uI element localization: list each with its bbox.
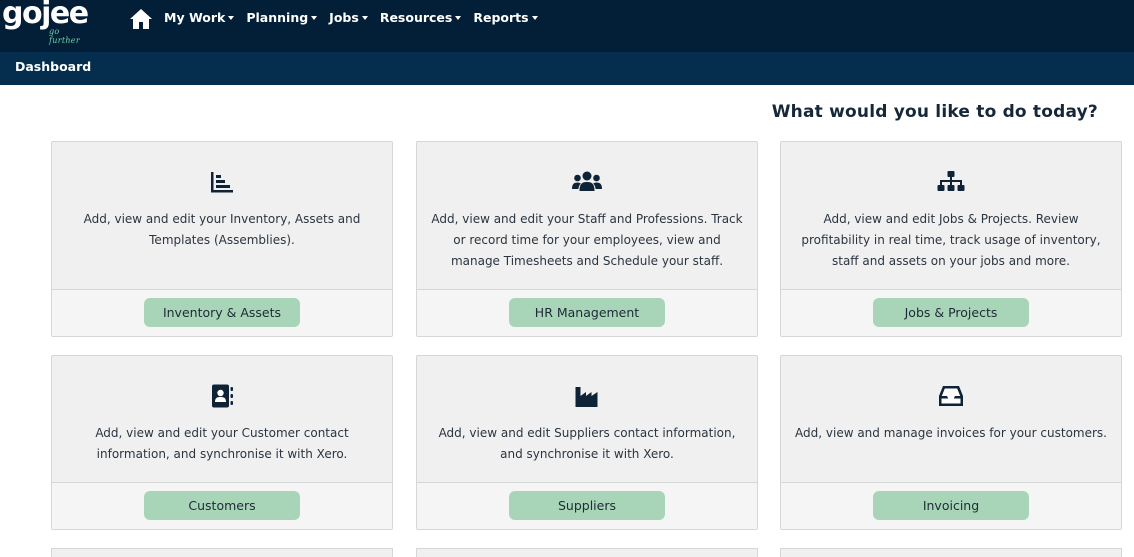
- breadcrumb-dashboard[interactable]: Dashboard: [15, 59, 91, 74]
- card-partial: [780, 548, 1122, 557]
- sitemap-icon: [936, 169, 966, 195]
- customers-button[interactable]: Customers: [144, 491, 300, 520]
- gojee-logo[interactable]: gojee go further: [2, 0, 89, 46]
- logo-tagline: go further: [49, 27, 80, 45]
- invoicing-button[interactable]: Invoicing: [873, 491, 1029, 520]
- card-partial: [51, 548, 393, 557]
- card-body: Add, view and edit Suppliers contact inf…: [417, 356, 757, 483]
- card-footer: Jobs & Projects: [781, 290, 1121, 336]
- card-inventory: Add, view and edit your Inventory, Asset…: [51, 141, 393, 337]
- card-body: Add, view and edit your Staff and Profes…: [417, 142, 757, 290]
- card-invoicing: Add, view and manage invoices for your c…: [780, 355, 1122, 530]
- card-body: Add, view and edit your Inventory, Asset…: [52, 142, 392, 290]
- card-description: Add, view and manage invoices for your c…: [795, 426, 1107, 440]
- inbox-icon: [938, 383, 964, 409]
- caret-down-icon: [311, 16, 318, 20]
- card-jobs: Add, view and edit Jobs & Projects. Revi…: [780, 141, 1122, 337]
- card-body: Add, view and edit your Customer contact…: [52, 356, 392, 483]
- page-title: What would you like to do today?: [771, 102, 1098, 122]
- card-hr: Add, view and edit your Staff and Profes…: [416, 141, 758, 337]
- nav-jobs[interactable]: Jobs: [329, 10, 368, 25]
- card-body: Add, view and manage invoices for your c…: [781, 356, 1121, 483]
- card-description: Add, view and edit your Inventory, Asset…: [83, 212, 361, 247]
- nav-reports-label: Reports: [473, 10, 529, 25]
- inventory-assets-button[interactable]: Inventory & Assets: [144, 298, 300, 327]
- nav-jobs-label: Jobs: [329, 10, 359, 25]
- nav-my-work-label: My Work: [164, 10, 226, 25]
- card-footer: HR Management: [417, 290, 757, 336]
- card-description: Add, view and edit Suppliers contact inf…: [438, 426, 736, 461]
- nav-resources[interactable]: Resources: [380, 10, 462, 25]
- caret-down-icon: [455, 16, 462, 20]
- breadcrumb: Dashboard: [0, 52, 1134, 85]
- industry-icon: [574, 383, 600, 409]
- card-body: Add, view and edit Jobs & Projects. Revi…: [781, 142, 1121, 290]
- nav-planning[interactable]: Planning: [246, 10, 318, 25]
- caret-down-icon: [228, 16, 235, 20]
- nav-reports[interactable]: Reports: [473, 10, 538, 25]
- main-menu: My Work Planning Jobs Resources Reports: [164, 10, 538, 25]
- top-navbar: gojee go further My Work Planning Jobs R…: [0, 0, 1134, 52]
- card-description: Add, view and edit your Customer contact…: [95, 426, 349, 461]
- card-footer: Suppliers: [417, 483, 757, 529]
- card-customers: Add, view and edit your Customer contact…: [51, 355, 393, 530]
- card-description: Add, view and edit your Staff and Profes…: [431, 212, 743, 268]
- card-suppliers: Add, view and edit Suppliers contact inf…: [416, 355, 758, 530]
- nav-my-work[interactable]: My Work: [164, 10, 235, 25]
- card-footer: Customers: [52, 483, 392, 529]
- card-footer: Invoicing: [781, 483, 1121, 529]
- users-icon: [571, 169, 603, 195]
- card-description: Add, view and edit Jobs & Projects. Revi…: [801, 212, 1101, 268]
- nav-planning-label: Planning: [246, 10, 309, 25]
- jobs-projects-button[interactable]: Jobs & Projects: [873, 298, 1029, 327]
- card-footer: Inventory & Assets: [52, 290, 392, 336]
- suppliers-button[interactable]: Suppliers: [509, 491, 665, 520]
- bar-chart-icon: [209, 169, 235, 195]
- card-partial: [416, 548, 758, 557]
- hr-management-button[interactable]: HR Management: [509, 298, 665, 327]
- address-book-icon: [209, 383, 235, 409]
- caret-down-icon: [361, 16, 368, 20]
- caret-down-icon: [531, 16, 538, 20]
- home-icon[interactable]: [129, 8, 153, 30]
- nav-resources-label: Resources: [379, 10, 453, 25]
